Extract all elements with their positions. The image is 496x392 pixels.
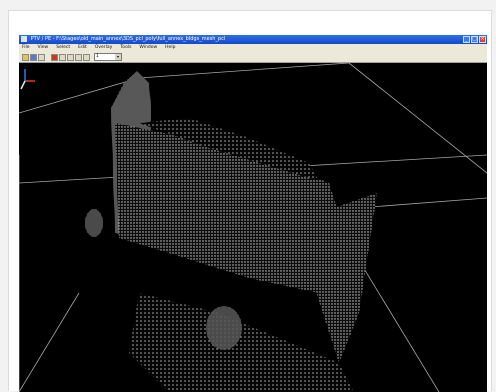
minimize-button[interactable]: _ (463, 36, 470, 43)
window-controls: _ □ × (463, 36, 486, 43)
point-cloud-canvas (19, 63, 487, 392)
close-button[interactable]: × (479, 36, 486, 43)
save-icon[interactable] (30, 53, 37, 61)
window-title: PTV / PE - F:\Stages\old_main_annex\3DS_… (30, 36, 226, 42)
menu-bar: File View Select Edit Overlay Tools Wind… (19, 44, 487, 52)
app-window: PTV / PE - F:\Stages\old_main_annex\3DS_… (19, 35, 487, 392)
menu-overlay[interactable]: Overlay (95, 44, 113, 52)
select-box-icon[interactable] (67, 53, 74, 61)
point-cloud-ground (129, 293, 354, 392)
zoom-select-value: 1 (96, 54, 99, 59)
menu-help[interactable]: Help (165, 44, 175, 52)
app-icon (21, 36, 27, 42)
axis-gizmo (20, 69, 35, 90)
menu-file[interactable]: File (22, 44, 30, 52)
toolbar: 1 ▾ (19, 52, 487, 63)
cursor-icon[interactable] (59, 53, 66, 61)
menu-select[interactable]: Select (56, 44, 70, 52)
maximize-button[interactable]: □ (471, 36, 478, 43)
menu-window[interactable]: Window (139, 44, 157, 52)
open-icon[interactable] (22, 53, 29, 61)
record-icon[interactable] (51, 53, 58, 61)
title-bar[interactable]: PTV / PE - F:\Stages\old_main_annex\3DS_… (19, 35, 487, 44)
menu-edit[interactable]: Edit (78, 44, 87, 52)
zoom-icon[interactable] (75, 53, 82, 61)
menu-tools[interactable]: Tools (120, 44, 131, 52)
thumbnail-card: PTV / PE - F:\Stages\old_main_annex\3DS_… (8, 10, 492, 392)
pan-icon[interactable] (83, 53, 90, 61)
menu-view[interactable]: View (38, 44, 49, 52)
point-cloud-viewport[interactable] (19, 63, 487, 392)
point-cloud-side-wall (317, 193, 377, 363)
zoom-select[interactable]: 1 ▾ (94, 53, 122, 61)
chevron-down-icon: ▾ (115, 54, 121, 60)
grid-icon[interactable] (38, 53, 45, 61)
